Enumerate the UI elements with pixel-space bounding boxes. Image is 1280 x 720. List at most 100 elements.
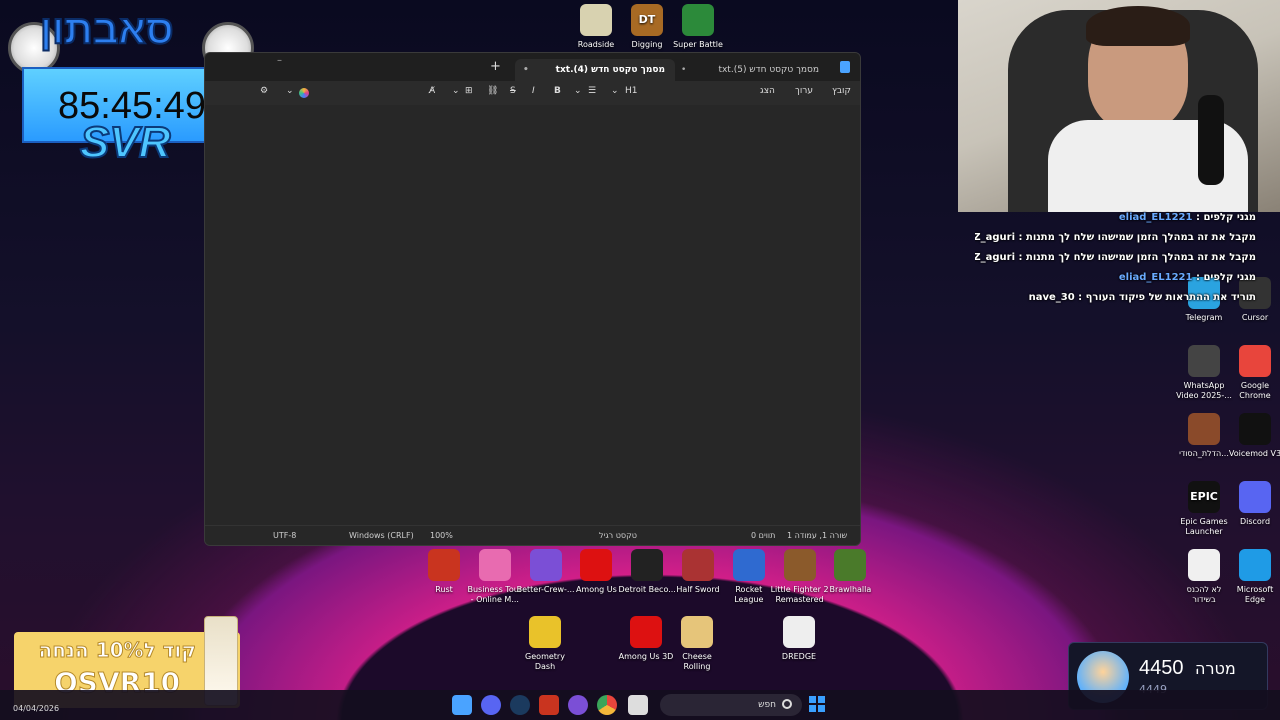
desktop-icon-top-2[interactable]: Super Battle <box>669 4 727 50</box>
minimize-icon[interactable]: – <box>277 55 282 66</box>
desktop-icon-row2-2[interactable]: Cheese Rolling <box>668 616 726 672</box>
desktop-icon-top-1[interactable]: DT Digging <box>618 4 676 50</box>
search-input[interactable]: חפש <box>660 694 802 716</box>
chevron-down-icon[interactable]: ⌄ <box>452 86 460 96</box>
desktop-icon-row1-1[interactable]: Business Tour - Online M... <box>466 549 524 605</box>
desktop-icon-row1-6[interactable]: Rocket League <box>720 549 778 605</box>
status-encoding[interactable]: UTF-8 <box>273 531 296 540</box>
chevron-down-icon[interactable]: ⌄ <box>286 86 294 96</box>
chat-text: מקבל את זה במהלך הזמן שמישהו שלח לך מתנו… <box>1026 252 1256 263</box>
desktop-icon-label: Brawlhalla <box>829 585 872 594</box>
desktop-icon-label: Little Fighter 2 Remastered <box>770 585 829 604</box>
app-icon <box>580 549 613 581</box>
text-area[interactable] <box>205 105 860 527</box>
desktop-icon-top-0[interactable]: Roadside <box>567 4 625 50</box>
notepad-taskbar-icon[interactable] <box>452 695 472 715</box>
desktop-icon-right-3[interactable]: Google Chrome <box>1226 345 1280 401</box>
notepad-app-icon <box>840 61 850 73</box>
desktop-icon-row1-8[interactable]: Brawlhalla <box>821 549 879 595</box>
status-bar: שורה 1, עמודה 1 0 תווים טקסט רגיל 100% W… <box>205 525 860 545</box>
tab-active-label: מסמך טקסט חדש (4).txt <box>555 65 665 75</box>
tab-inactive[interactable]: מסמך טקסט חדש (5).txt • <box>679 59 829 81</box>
new-tab-button[interactable]: + <box>490 59 501 74</box>
desktop-icon-row2-3[interactable]: DREDGE <box>770 616 828 662</box>
desktop-icon-label: DREDGE <box>781 652 817 661</box>
app-icon <box>1239 549 1271 581</box>
menu-edit[interactable]: ערוך <box>795 86 813 96</box>
copilot-icon[interactable] <box>299 88 309 98</box>
clear-format-icon[interactable]: A̸ <box>429 86 435 96</box>
desktop-icon-row1-7[interactable]: Little Fighter 2 Remastered <box>771 549 829 605</box>
list-icon[interactable]: ☰ <box>588 86 596 96</box>
desktop-icon-right-7[interactable]: Discord <box>1226 481 1280 527</box>
game-taskbar-icon[interactable] <box>539 695 559 715</box>
chat-separator: : <box>1015 232 1026 243</box>
desktop-icon-label: Cursor <box>1241 313 1269 322</box>
desktop-icon-right-5[interactable]: Voicemod V3 <box>1226 413 1280 459</box>
desktop-icon-row2-0[interactable]: Geometry Dash <box>516 616 574 672</box>
settings-icon[interactable]: ⚙ <box>260 86 268 96</box>
chrome-taskbar-icon[interactable] <box>597 695 617 715</box>
desktop-icon-row1-4[interactable]: Detroit Beco... <box>618 549 676 595</box>
steam-taskbar-icon[interactable] <box>510 695 530 715</box>
chevron-down-icon[interactable]: ⌄ <box>611 86 619 96</box>
timer-title: סאבתון <box>39 7 175 53</box>
chat-message: מקבל את זה במהלך הזמן שמישהו שלח לך מתנו… <box>975 248 1280 268</box>
discord-taskbar-icon[interactable] <box>481 695 501 715</box>
chat-message: מגני קלפים : eliad_EL1221 <box>975 208 1280 228</box>
chevron-down-icon[interactable]: ⌄ <box>574 86 582 96</box>
desktop-icon-right-8[interactable]: לא להכנס בשידור <box>1175 549 1233 605</box>
status-line-ending[interactable]: Windows (CRLF) <box>349 531 414 540</box>
status-chars: 0 תווים <box>751 531 776 540</box>
desktop-icon-label: הדלת_הסודי... <box>1179 449 1229 458</box>
heading-dropdown[interactable]: H1 <box>625 86 638 96</box>
desktop-icon-label: Business Tour - Online M... <box>467 585 523 604</box>
search-icon <box>782 699 792 709</box>
strikethrough-button[interactable]: S <box>510 86 516 96</box>
status-position: שורה 1, עמודה 1 <box>787 531 848 540</box>
chat-text: מגני קלפים <box>1203 272 1256 283</box>
app-icon <box>834 549 867 581</box>
chat-message: מגני קלפים : eliad_EL1221 <box>975 268 1280 288</box>
menu-file[interactable]: קובץ <box>832 86 851 96</box>
app-icon <box>630 616 662 648</box>
desktop-icon-row1-0[interactable]: Rust <box>415 549 473 595</box>
app-icon <box>478 549 511 581</box>
desktop-icon-row2-1[interactable]: Among Us 3D <box>617 616 675 662</box>
notepad-window[interactable]: – + מסמך טקסט חדש (4).txt • מסמך טקסט חד… <box>204 52 861 546</box>
desktop-icon-label: לא להכנס בשידור <box>1186 585 1222 604</box>
taskbar: 04/04/2026 חפש <box>0 690 1280 720</box>
app-icon: EPIC <box>1188 481 1220 513</box>
desktop-icon-label: WhatsApp Video 2025-... <box>1176 381 1232 400</box>
desktop-icon-right-2[interactable]: WhatsApp Video 2025-... <box>1175 345 1233 401</box>
microphone-icon <box>1198 95 1224 185</box>
desktop-icon-right-9[interactable]: Microsoft Edge <box>1226 549 1280 605</box>
chat-separator: : <box>1192 212 1204 223</box>
chat-text: מקבל את זה במהלך הזמן שמישהו שלח לך מתנו… <box>1026 232 1256 243</box>
desktop-icon-row1-2[interactable]: Better-Crew-... <box>517 549 575 595</box>
menu-view[interactable]: הצג <box>760 86 775 96</box>
status-zoom[interactable]: 100% <box>430 531 453 540</box>
toolbar: קובץ ערוך הצג H1 ⌄ ☰ ⌄ B I S ⛓ ⊞ ⌄ A̸ ⌄ … <box>205 81 860 105</box>
desktop-icon-label: Rocket League <box>734 585 764 604</box>
app-icon <box>1188 549 1220 581</box>
chat-overlay: מגני קלפים : eliad_EL1221 מקבל את זה במהל… <box>975 208 1280 308</box>
streaming-taskbar-icon[interactable] <box>568 695 588 715</box>
desktop-icon-row1-5[interactable]: Half Sword <box>669 549 727 595</box>
desktop-icon-row1-3[interactable]: Among Us <box>567 549 625 595</box>
chat-username: Z_aguri <box>975 232 1016 243</box>
status-mode[interactable]: טקסט רגיל <box>599 531 637 540</box>
app-icon <box>682 549 714 581</box>
link-icon[interactable]: ⛓ <box>487 86 498 96</box>
app-icon <box>428 549 460 581</box>
app-icon <box>732 549 765 581</box>
desktop-icon-right-6[interactable]: EPIC Epic Games Launcher <box>1175 481 1233 537</box>
bold-button[interactable]: B <box>554 86 561 96</box>
desktop-icon-right-4[interactable]: הדלת_הסודי... <box>1175 413 1233 459</box>
table-icon[interactable]: ⊞ <box>465 86 473 96</box>
file-explorer-taskbar-icon[interactable] <box>628 695 648 715</box>
italic-button[interactable]: I <box>532 86 535 96</box>
promo-line1: קוד ל10% הנחה <box>38 638 197 663</box>
tab-active[interactable]: מסמך טקסט חדש (4).txt • <box>515 59 675 81</box>
start-button[interactable] <box>809 696 825 712</box>
